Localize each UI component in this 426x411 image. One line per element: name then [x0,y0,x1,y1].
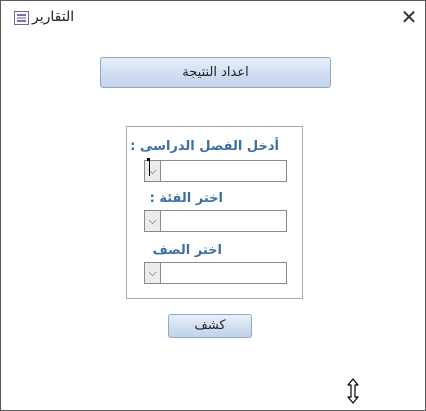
text-caret-top [147,158,150,161]
grade-combobox[interactable]: ⌵ [144,262,287,284]
filter-panel: أدخل الفصل الدراسى : ⌵ اختر الفئة : ⌵ اخ… [126,126,303,299]
text-caret [149,160,150,176]
category-combobox[interactable]: ⌵ [144,210,287,232]
semester-combobox[interactable]: ⌵ [144,160,287,182]
grade-label: اختر الصف [152,243,222,258]
resize-vertical-cursor-icon [347,378,359,404]
chevron-down-icon[interactable]: ⌵ [145,211,161,231]
semester-label: أدخل الفصل الدراسى : [130,139,279,154]
prepare-result-button[interactable]: اعداد النتيجة [100,57,331,88]
report-icon [14,11,29,25]
close-icon[interactable]: ✕ [397,5,421,29]
chevron-down-icon[interactable]: ⌵ [145,161,161,181]
reports-window: التقارير ✕ اعداد النتيجة أدخل الفصل الدر… [0,0,426,411]
category-label: اختر الفئة : [149,191,223,206]
chevron-down-icon[interactable]: ⌵ [145,263,161,283]
window-title: التقارير [32,9,75,25]
reveal-button[interactable]: كشف [168,314,252,338]
